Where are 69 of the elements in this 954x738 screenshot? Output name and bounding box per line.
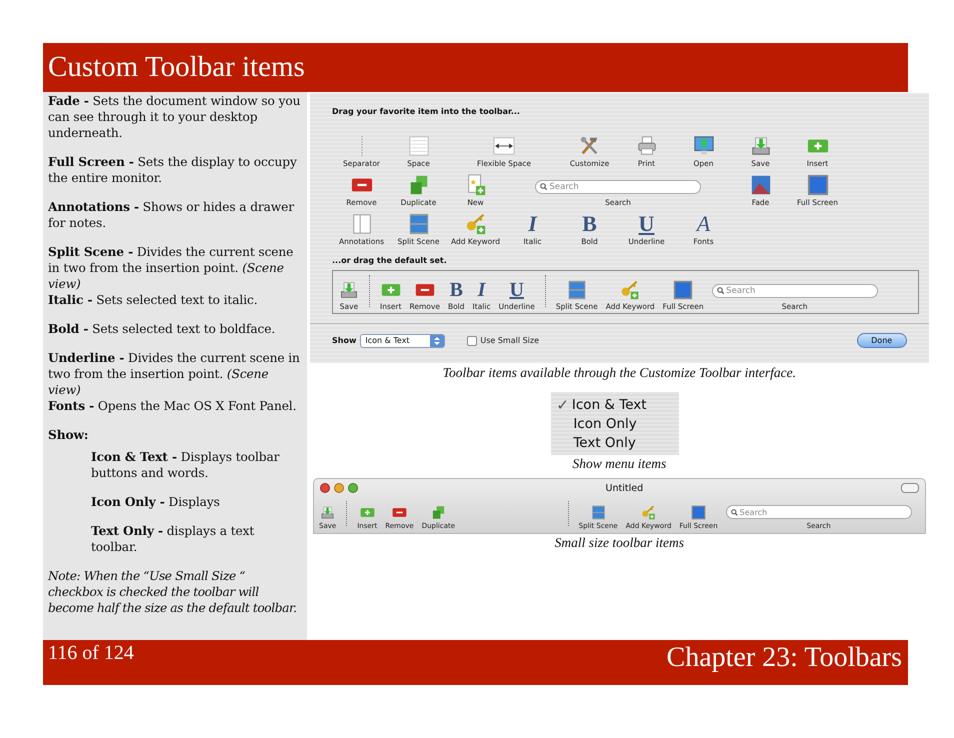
search-field[interactable]: Search <box>726 505 912 519</box>
download-tray-icon <box>339 280 359 300</box>
description-text: Fade - Sets the document window so you can see through it to your desktop underneath. <box>48 93 302 141</box>
letter-icon: I <box>478 280 486 300</box>
stacked-squares-icon <box>430 505 446 520</box>
search-icon <box>716 287 724 295</box>
search-field[interactable]: Search <box>712 284 878 298</box>
section-heading: Show: <box>48 427 90 443</box>
dotted-line-icon <box>360 135 362 157</box>
letter-icon: U <box>509 280 524 300</box>
page-title: Custom Toolbar items <box>48 51 305 84</box>
split-panel-icon <box>566 280 587 300</box>
letter-icon: A <box>696 213 710 235</box>
figure-caption: Toolbar items available through the Customize Toolbar interface. <box>442 365 796 381</box>
menu-item[interactable]: ✓ Icon & Text <box>551 395 680 414</box>
letter-icon: U <box>638 213 654 235</box>
note-text: Note: When the “Use Small Size “ checkbox is checked the toolbar will become half the size as the default toolbar. <box>48 568 298 616</box>
key-icon <box>464 213 486 235</box>
description-text: Full Screen - Sets the display to occupy the entire monitor. <box>48 154 298 186</box>
download-tray-icon <box>750 135 772 157</box>
search-icon <box>730 508 738 516</box>
description-text: Text Only - displays a text toolbar. <box>90 523 256 555</box>
small-size-checkbox[interactable]: Use Small Size <box>467 336 540 346</box>
key-icon <box>641 505 656 520</box>
stepper-icon <box>430 334 444 346</box>
fade-icon <box>750 174 772 196</box>
minimize-button[interactable] <box>334 483 344 493</box>
done-button[interactable]: Done <box>856 333 907 348</box>
menu-item[interactable]: Text Only <box>551 433 680 452</box>
full-screen-icon <box>691 505 706 520</box>
split-panel-icon <box>408 213 430 235</box>
page-number: 116 of 124 <box>48 642 134 665</box>
close-button[interactable] <box>320 483 330 493</box>
minus-icon <box>392 505 407 520</box>
default-set-heading: ...or drag the default set. <box>332 256 448 265</box>
figure-caption: Show menu items <box>572 456 666 472</box>
chapter-title: Chapter 23: Toolbars <box>666 642 902 674</box>
menu-item[interactable]: Icon Only <box>551 414 680 433</box>
printer-icon <box>636 135 658 157</box>
description-text: Split Scene - Divides the current scene in two from the insertion point. (Scene view) <box>48 244 294 292</box>
description-text: Icon & Text - Displays toolbar buttons and words. <box>90 449 280 481</box>
description-text: Fonts - Opens the Mac OS X Font Panel. <box>48 398 298 414</box>
window-title: Untitled <box>604 482 644 494</box>
search-icon <box>540 183 548 191</box>
key-icon <box>620 280 640 300</box>
description-text: Bold - Sets selected text to boldface. <box>48 321 276 337</box>
zoom-button[interactable] <box>348 483 358 493</box>
show-popup[interactable]: Icon & Text <box>360 334 446 348</box>
letter-icon: B <box>582 213 597 235</box>
figure-caption: Small size toolbar items <box>554 535 684 551</box>
description-text: Icon Only - Displays <box>90 494 221 510</box>
palette-heading: Drag your favorite item into the toolbar... <box>332 107 521 116</box>
split-panel-icon <box>590 505 606 520</box>
plus-icon <box>360 505 375 520</box>
full-screen-icon <box>673 280 694 300</box>
show-label: Show <box>332 336 356 345</box>
check-icon: ✓ <box>556 396 569 414</box>
search-field[interactable]: Search <box>535 180 701 194</box>
toolbar-toggle-button[interactable] <box>900 483 919 493</box>
monitor-upload-icon <box>692 135 714 157</box>
panes-icon <box>350 213 372 235</box>
description-text: Annotations - Shows or hides a drawer for notes. <box>48 199 296 231</box>
download-tray-icon <box>320 505 336 520</box>
description-text: Underline - Divides the current scene in two from the insertion point. (Scene view) <box>48 350 301 398</box>
blank-space-icon <box>408 135 430 157</box>
full-screen-icon <box>806 174 828 196</box>
description-text: Italic - Sets selected text to italic. <box>48 292 258 308</box>
letter-icon: I <box>528 213 537 235</box>
letter-icon: B <box>450 280 463 300</box>
